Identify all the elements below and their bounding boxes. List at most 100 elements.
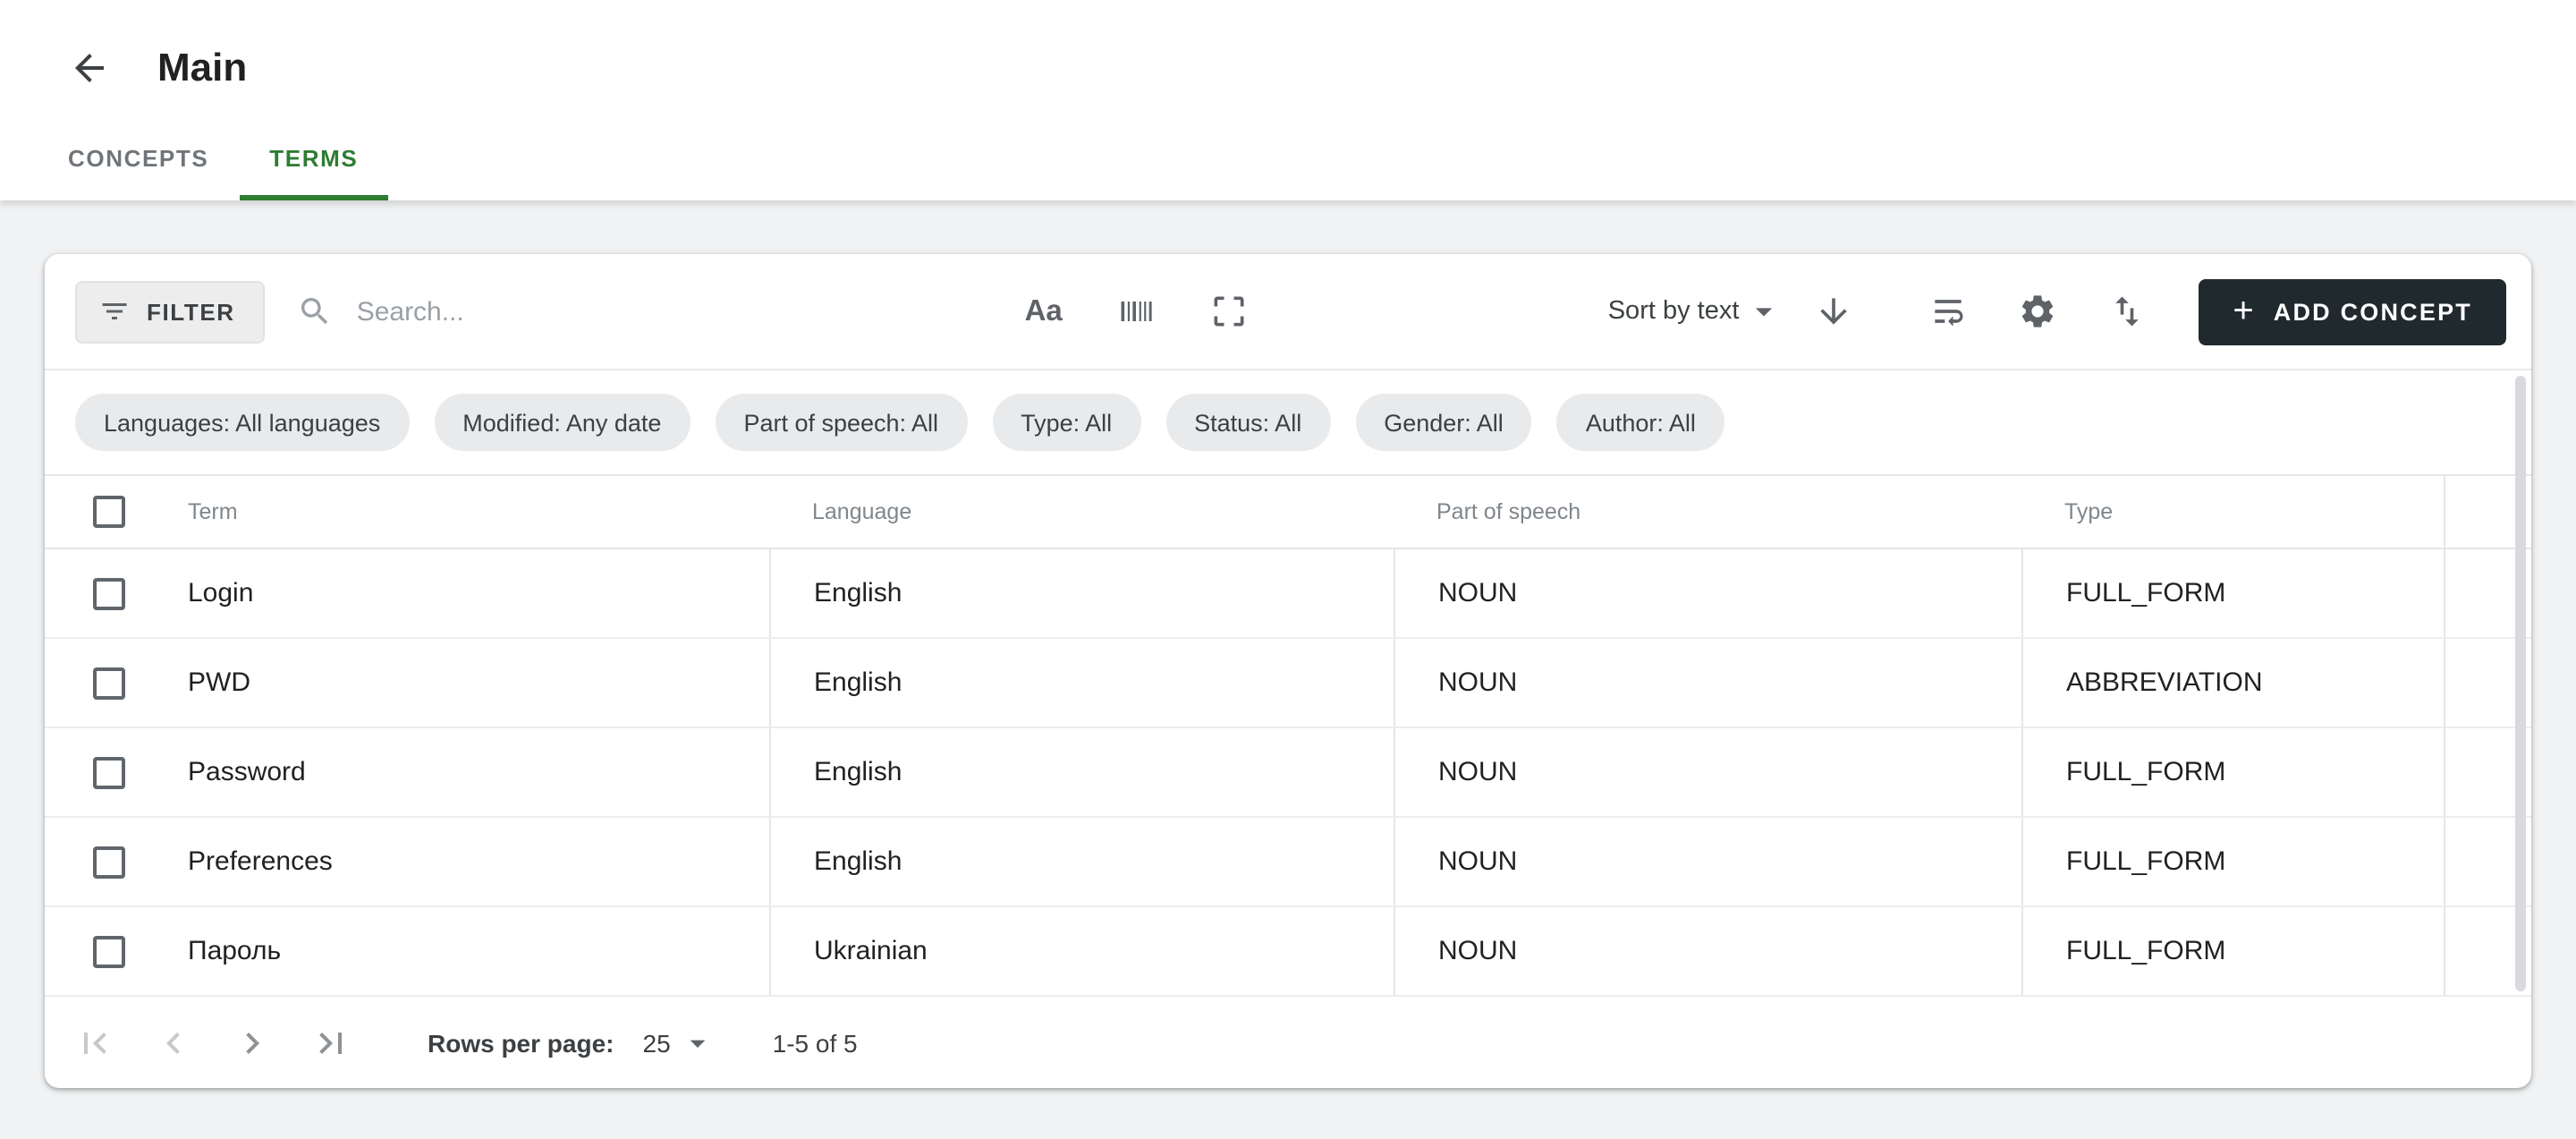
type-cell: FULL_FORM — [2021, 549, 2444, 637]
rows-per-page-value: 25 — [643, 1028, 671, 1057]
add-concept-button[interactable]: + ADD CONCEPT — [2199, 278, 2506, 344]
match-case-icon: Aa — [1025, 294, 1063, 328]
table-row[interactable]: PreferencesEnglishNOUNFULL_FORM — [45, 818, 2531, 907]
filter-chip[interactable]: Status: All — [1165, 394, 1330, 451]
language-cell: English — [769, 728, 1394, 816]
select-all-cell — [45, 476, 141, 548]
sort-direction-button[interactable] — [1812, 290, 1855, 333]
filter-button-label: FILTER — [147, 298, 235, 325]
title-row: Main — [0, 0, 2576, 107]
term-cell: Preferences — [141, 818, 769, 905]
terms-table-body: LoginEnglishNOUNFULL_FORMPWDEnglishNOUNA… — [45, 549, 2531, 997]
term-cell: PWD — [141, 639, 769, 727]
crop-free-button[interactable] — [1208, 290, 1251, 333]
gear-icon — [2018, 292, 2057, 331]
table-row[interactable]: LoginEnglishNOUNFULL_FORM — [45, 549, 2531, 639]
filter-button[interactable]: FILTER — [75, 280, 266, 343]
row-checkbox[interactable] — [93, 846, 125, 878]
term-cell: Password — [141, 728, 769, 816]
view-tools: Aa — [1022, 290, 1251, 333]
table-row[interactable]: ПарольUkrainianNOUNFULL_FORM — [45, 907, 2531, 997]
column-header-term: Term — [141, 476, 769, 548]
barcode-button[interactable] — [1115, 290, 1158, 333]
page-title: Main — [157, 45, 247, 91]
pos-cell: NOUN — [1394, 728, 2021, 816]
select-all-checkbox[interactable] — [93, 496, 125, 528]
last-page-button[interactable] — [309, 1021, 352, 1064]
filter-chip[interactable]: Modified: Any date — [434, 394, 690, 451]
filter-chip[interactable]: Author: All — [1557, 394, 1724, 451]
pos-cell: NOUN — [1394, 639, 2021, 727]
chevron-down-icon — [1744, 292, 1784, 331]
row-checkbox[interactable] — [93, 577, 125, 609]
tab-concepts[interactable]: CONCEPTS — [38, 120, 239, 200]
rows-per-page-select[interactable]: 25 — [643, 1024, 716, 1060]
arrow-down-icon — [1814, 292, 1853, 331]
barcode-icon — [1117, 292, 1157, 331]
crop-free-icon — [1210, 292, 1250, 331]
next-page-button[interactable] — [231, 1021, 274, 1064]
first-page-button[interactable] — [73, 1021, 116, 1064]
arrow-left-icon — [68, 47, 111, 89]
language-cell: English — [769, 639, 1394, 727]
row-checkbox-cell — [45, 728, 141, 816]
settings-button[interactable] — [2016, 290, 2059, 333]
row-checkbox-cell — [45, 818, 141, 905]
row-checkbox-cell — [45, 639, 141, 727]
filter-chip[interactable]: Type: All — [992, 394, 1140, 451]
chevron-right-icon — [231, 1021, 274, 1064]
table-row[interactable]: PasswordEnglishNOUNFULL_FORM — [45, 728, 2531, 818]
wrap-text-button[interactable] — [1927, 290, 1970, 333]
row-checkbox[interactable] — [93, 667, 125, 699]
search-icon — [298, 293, 334, 329]
page-range-label: 1-5 of 5 — [773, 1028, 858, 1057]
column-header-type: Type — [2021, 476, 2444, 548]
column-header-language: Language — [769, 476, 1394, 548]
page-header: Main CONCEPTS TERMS — [0, 0, 2576, 200]
type-cell: FULL_FORM — [2021, 728, 2444, 816]
search-box — [298, 293, 1022, 329]
table-scrollbar[interactable] — [2515, 376, 2526, 991]
sort-dropdown[interactable]: Sort by text — [1608, 292, 1784, 331]
chevron-left-icon — [152, 1021, 195, 1064]
row-checkbox[interactable] — [93, 935, 125, 967]
table-tools — [1927, 290, 2148, 333]
term-cell: Пароль — [141, 907, 769, 995]
filter-chip[interactable]: Part of speech: All — [715, 394, 967, 451]
row-checkbox-cell — [45, 907, 141, 995]
filter-chip[interactable]: Languages: All languages — [75, 394, 409, 451]
tab-terms[interactable]: TERMS — [239, 120, 388, 200]
back-button[interactable] — [68, 47, 111, 89]
tab-bar: CONCEPTS TERMS — [0, 120, 2576, 200]
wrap-text-icon — [1928, 292, 1968, 331]
table-row[interactable]: PWDEnglishNOUNABBREVIATION — [45, 639, 2531, 728]
pos-cell: NOUN — [1394, 907, 2021, 995]
last-page-icon — [309, 1021, 352, 1064]
filter-chip[interactable]: Gender: All — [1355, 394, 1532, 451]
pos-cell: NOUN — [1394, 549, 2021, 637]
type-cell: FULL_FORM — [2021, 818, 2444, 905]
sort-dropdown-label: Sort by text — [1608, 297, 1740, 326]
pagination: Rows per page: 25 1-5 of 5 — [45, 997, 2531, 1088]
row-checkbox-cell — [45, 549, 141, 637]
rows-per-page-label: Rows per page: — [428, 1028, 614, 1057]
type-cell: ABBREVIATION — [2021, 639, 2444, 727]
first-page-icon — [73, 1021, 116, 1064]
plus-icon: + — [2233, 291, 2253, 332]
filter-icon — [98, 295, 131, 327]
prev-page-button[interactable] — [152, 1021, 195, 1064]
type-cell: FULL_FORM — [2021, 907, 2444, 995]
row-checkbox[interactable] — [93, 756, 125, 788]
toolbar: FILTER Aa Sort by text — [45, 254, 2531, 370]
language-cell: English — [769, 549, 1394, 637]
swap-vert-icon — [2107, 292, 2147, 331]
swap-vert-button[interactable] — [2106, 290, 2148, 333]
pos-cell: NOUN — [1394, 818, 2021, 905]
column-header-pos: Part of speech — [1394, 476, 2021, 548]
search-input[interactable] — [353, 294, 1022, 328]
term-cell: Login — [141, 549, 769, 637]
add-concept-label: ADD CONCEPT — [2274, 298, 2472, 325]
match-case-button[interactable]: Aa — [1022, 290, 1065, 333]
terms-panel: FILTER Aa Sort by text — [45, 254, 2531, 1088]
language-cell: Ukrainian — [769, 907, 1394, 995]
